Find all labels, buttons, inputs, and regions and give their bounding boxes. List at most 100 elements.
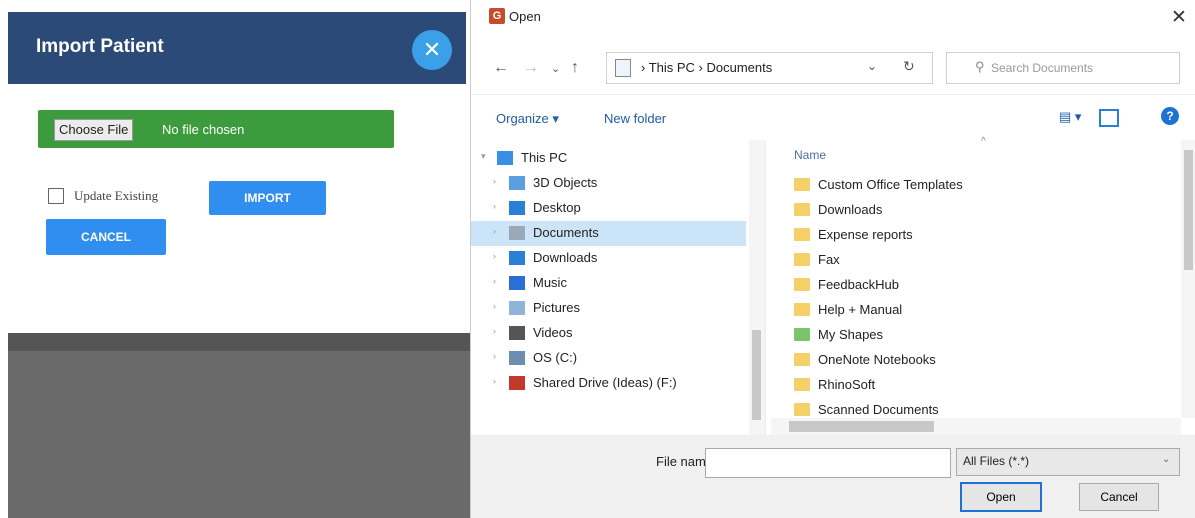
- nav-item-label: Downloads: [533, 250, 598, 265]
- open-button[interactable]: Open: [960, 482, 1042, 512]
- documents-icon: [509, 226, 525, 240]
- overlay-band: [8, 333, 470, 351]
- open-file-dialog: G Open ✕ ← → ⌄ ↑ › This PC › Documents ⌄…: [470, 0, 1195, 518]
- nav-item-label: Music: [533, 275, 567, 290]
- preview-pane-icon[interactable]: [1099, 109, 1119, 127]
- pc-icon: [497, 151, 513, 165]
- file-row[interactable]: RhinoSoft: [794, 374, 1174, 396]
- refresh-icon[interactable]: ↻: [903, 58, 915, 75]
- nav-item[interactable]: › Videos: [471, 321, 746, 346]
- nav-item[interactable]: › OS (C:): [471, 346, 746, 371]
- dialog-cancel-button[interactable]: Cancel: [1079, 483, 1159, 511]
- update-existing-row: Update Existing: [48, 188, 158, 204]
- chevron-right-icon[interactable]: ›: [493, 226, 496, 236]
- file-input-bar: Choose File No file chosen: [38, 110, 394, 148]
- close-modal-button[interactable]: ✕: [412, 30, 452, 70]
- file-row[interactable]: Expense reports: [794, 224, 1174, 246]
- pictures-icon: [509, 301, 525, 315]
- nav-item-label: Desktop: [533, 200, 581, 215]
- file-row[interactable]: Downloads: [794, 199, 1174, 221]
- import-button[interactable]: IMPORT: [209, 181, 326, 215]
- nav-item-label: OS (C:): [533, 350, 578, 365]
- address-bar[interactable]: › This PC › Documents ⌄ ↻: [606, 52, 933, 84]
- nav-item[interactable]: › Pictures: [471, 296, 746, 321]
- file-name: Fax: [818, 252, 840, 267]
- nav-item-label: Pictures: [533, 300, 580, 315]
- nav-item[interactable]: › 3D Objects: [471, 171, 746, 196]
- navigation-pane: ▾ This PC › 3D Objects › Desktop › Documents › Do…: [471, 140, 764, 435]
- name-column-header[interactable]: Name: [794, 148, 826, 162]
- search-icon: ⚲: [975, 59, 985, 74]
- nav-item-label: 3D Objects: [533, 175, 598, 190]
- nav-item[interactable]: › Shared Drive (Ideas) (F:): [471, 371, 746, 396]
- organize-button[interactable]: Organize ▾: [496, 111, 559, 127]
- file-name-input[interactable]: [705, 448, 951, 478]
- file-row[interactable]: Fax: [794, 249, 1174, 271]
- chevron-right-icon[interactable]: ›: [493, 251, 496, 261]
- search-input[interactable]: ⚲ Search Documents: [946, 52, 1180, 84]
- search-placeholder: Search Documents: [991, 61, 1094, 75]
- horizontal-scrollbar[interactable]: [771, 418, 1181, 435]
- no-file-text: No file chosen: [162, 122, 245, 137]
- downloads-icon: [509, 251, 525, 265]
- view-options-button[interactable]: ▤ ▾: [1059, 109, 1081, 125]
- folder-icon: [794, 203, 810, 216]
- nav-item-label: Shared Drive (Ideas) (F:): [533, 375, 677, 390]
- chevron-right-icon[interactable]: ›: [493, 326, 496, 336]
- help-icon[interactable]: ?: [1161, 107, 1179, 125]
- file-list-pane: Name ^ Custom Office Templates Downloads E…: [766, 136, 1195, 435]
- network-drive-icon: [509, 376, 525, 390]
- file-type-select[interactable]: All Files (*.*) ⌄: [956, 448, 1180, 476]
- forward-arrow-icon[interactable]: →: [523, 59, 539, 77]
- file-name: Scanned Documents: [818, 402, 939, 417]
- sort-arrow-icon: ^: [981, 136, 986, 147]
- update-existing-checkbox[interactable]: [48, 188, 64, 204]
- app-panel: Import Patient ✕ Choose File No file cho…: [0, 0, 470, 518]
- choose-file-button[interactable]: Choose File: [54, 119, 134, 141]
- chevron-right-icon[interactable]: ›: [493, 351, 496, 361]
- dialog-toolbar: Organize ▾ New folder ▤ ▾ ?: [471, 94, 1195, 141]
- file-name: OneNote Notebooks: [818, 352, 936, 367]
- address-path[interactable]: › This PC › Documents: [641, 60, 772, 75]
- file-name: Custom Office Templates: [818, 177, 963, 192]
- file-type-value: All Files (*.*): [963, 454, 1030, 468]
- file-row[interactable]: Help + Manual: [794, 299, 1174, 321]
- nav-scrollbar-thumb[interactable]: [752, 330, 761, 420]
- chevron-right-icon[interactable]: ›: [493, 376, 496, 386]
- file-row[interactable]: OneNote Notebooks: [794, 349, 1174, 371]
- file-row[interactable]: My Shapes: [794, 324, 1174, 346]
- chevron-right-icon[interactable]: ›: [493, 176, 496, 186]
- file-name: Downloads: [818, 202, 883, 217]
- up-arrow-icon[interactable]: ↑: [571, 59, 579, 77]
- background-overlay: [8, 333, 470, 518]
- dialog-close-button[interactable]: ✕: [1171, 6, 1187, 29]
- dialog-titlebar: G Open ✕: [471, 0, 1195, 34]
- nav-item[interactable]: › Desktop: [471, 196, 746, 221]
- music-icon: [509, 276, 525, 290]
- file-scrollbar-thumb[interactable]: [1184, 150, 1193, 270]
- folder-icon: [794, 253, 810, 266]
- horizontal-scrollbar-thumb[interactable]: [789, 421, 934, 432]
- folder-icon: [794, 353, 810, 366]
- chevron-down-icon[interactable]: ▾: [481, 151, 486, 162]
- file-name: Help + Manual: [818, 302, 903, 317]
- nav-item[interactable]: ▾ This PC: [471, 146, 746, 171]
- nav-scrollbar[interactable]: [749, 140, 764, 435]
- back-arrow-icon[interactable]: ←: [493, 59, 509, 77]
- folder-icon: [794, 278, 810, 291]
- nav-item[interactable]: › Music: [471, 271, 746, 296]
- dialog-footer: File name: All Files (*.*) ⌄ Open Cancel: [471, 435, 1195, 518]
- file-row[interactable]: FeedbackHub: [794, 274, 1174, 296]
- recent-locations-icon[interactable]: ⌄: [551, 62, 560, 75]
- chevron-right-icon[interactable]: ›: [493, 201, 496, 211]
- new-folder-button[interactable]: New folder: [604, 111, 666, 126]
- cancel-button[interactable]: CANCEL: [46, 219, 166, 255]
- folder-icon: [794, 328, 810, 341]
- chevron-right-icon[interactable]: ›: [493, 276, 496, 286]
- nav-item[interactable]: › Documents: [471, 221, 746, 246]
- file-row[interactable]: Custom Office Templates: [794, 174, 1174, 196]
- address-dropdown-icon[interactable]: ⌄: [867, 59, 877, 73]
- file-scrollbar[interactable]: [1181, 140, 1195, 418]
- nav-item[interactable]: › Downloads: [471, 246, 746, 271]
- chevron-right-icon[interactable]: ›: [493, 301, 496, 311]
